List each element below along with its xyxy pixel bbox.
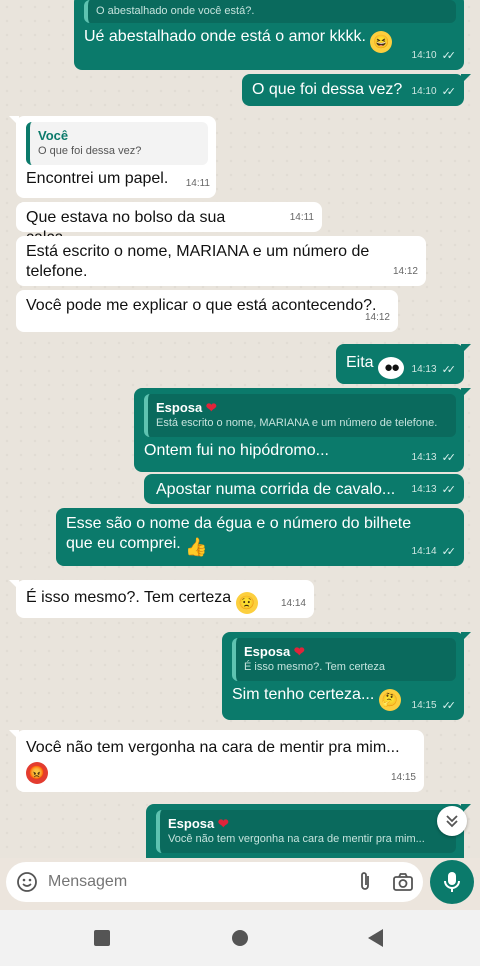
home-button[interactable] [232,930,248,946]
message-input[interactable] [48,862,347,902]
scroll-to-bottom-button[interactable] [437,806,467,836]
paperclip-icon [361,872,369,890]
quoted-message[interactable]: Esposa ❤ Está escrito o nome, MARIANA e … [144,394,456,437]
heart-icon: ❤ [205,400,217,415]
message-text: Esse são o nome da égua e o número do bi… [66,515,412,552]
attach-button[interactable] [347,862,383,902]
quoted-text: O abestalhado onde você está?. [96,5,255,17]
message-outgoing[interactable]: Esposa ❤ É isso mesmo?. Tem certeza Sim … [222,632,471,720]
message-time: 14:10 [411,86,437,97]
sticker-icon [17,872,37,892]
message-time: 14:12 [364,312,390,323]
quoted-message[interactable]: Esposa ❤ Você não tem vergonha na cara d… [156,810,456,853]
message-outgoing[interactable]: Apostar numa corrida de cavalo... 14:13 ✓… [144,474,464,504]
microphone-icon [444,872,460,892]
message-text: Sim tenho certeza... [232,686,375,703]
double-check-icon: ✓✓ [441,86,457,98]
message-text: Ontem fui no hipódromo... [144,442,329,459]
message-time: 14:15 [411,700,437,711]
message-outgoing[interactable]: O abestalhado onde você está?. Ué abesta… [74,0,464,70]
message-incoming[interactable]: É isso mesmo?. Tem certeza 😟 14:14 [9,580,314,618]
message-text: Encontrei um papel. [26,170,169,187]
quoted-text: O que foi dessa vez? [38,145,142,157]
mic-button[interactable] [430,860,474,904]
heart-icon: ❤ [217,816,229,831]
message-outgoing[interactable]: Esposa ❤ Está escrito o nome, MARIANA e … [134,388,471,472]
message-text: Apostar numa corrida de cavalo... [156,481,396,498]
thinking-emoji: 🤔 [378,689,401,711]
heart-icon: ❤ [293,644,305,659]
quoted-author: Esposa [168,816,215,831]
double-check-icon: ✓✓ [441,484,457,496]
quoted-author: Esposa [156,400,203,415]
recents-button[interactable] [94,930,110,946]
message-time: 14:14 [280,598,306,609]
quoted-author: Esposa [244,644,291,659]
double-check-icon: ✓✓ [441,452,457,464]
message-text: Eita [346,354,374,371]
message-incoming[interactable]: Que estava no bolso da sua calça 14:11 [16,202,322,246]
message-incoming[interactable]: Você O que foi dessa vez? Encontrei um p… [9,116,216,198]
system-nav-bar [0,910,480,966]
message-time: 14:15 [390,772,416,783]
quoted-message[interactable]: Você O que foi dessa vez? [26,122,208,165]
quoted-author: Você [38,128,69,143]
message-time: 14:10 [411,50,437,61]
quoted-message[interactable]: Esposa ❤ É isso mesmo?. Tem certeza [232,638,456,681]
message-outgoing[interactable]: Esposa ❤ Você não tem vergonha na cara d… [146,804,471,858]
quoted-text: Está escrito o nome, MARIANA e um número… [156,417,438,429]
emoji-button[interactable] [6,862,48,902]
message-text: Está escrito o nome, MARIANA e um número… [26,243,370,280]
message-outgoing[interactable]: O que foi dessa vez? 14:10 ✓✓ [242,74,471,106]
message-time: 14:13 [411,452,437,463]
quoted-text: É isso mesmo?. Tem certeza [244,661,386,673]
eyes-emoji: ●● [378,357,405,379]
message-incoming[interactable]: Você não tem vergonha na cara de mentir … [9,730,424,792]
message-text: Ué abestalhado onde está o amor kkkk. [84,28,366,45]
message-incoming[interactable]: Você pode me explicar o que está acontec… [16,290,398,332]
back-button[interactable] [368,929,383,947]
message-outgoing[interactable]: Eita ●● 14:13 ✓✓ [336,344,471,384]
message-time: 14:13 [411,364,437,375]
thumbs-up-emoji: 👍 [185,537,208,557]
double-check-icon: ✓✓ [441,50,457,62]
chat-area[interactable]: O abestalhado onde você está?. Ué abesta… [0,0,480,858]
camera-icon [393,873,413,891]
message-incoming[interactable]: Está escrito o nome, MARIANA e um número… [16,236,426,286]
camera-button[interactable] [383,862,423,902]
message-text: Você não tem vergonha na cara de mentir … [26,739,400,756]
message-text: É isso mesmo?. Tem certeza [26,589,232,606]
quoted-message[interactable]: O abestalhado onde você está?. [84,0,456,23]
worried-emoji: 😟 [235,592,258,614]
double-chevron-down-icon [446,815,458,828]
message-time: 14:11 [289,212,314,223]
message-outgoing[interactable]: Esse são o nome da égua e o número do bi… [56,508,464,566]
message-input-bar [6,862,423,902]
message-text: Você pode me explicar o que está acontec… [26,297,377,314]
message-time: 14:14 [411,546,437,557]
message-time: 14:11 [185,178,210,189]
quoted-text: Você não tem vergonha na cara de mentir … [168,833,425,845]
angry-emoji: 😡 [26,762,48,784]
double-check-icon: ✓✓ [441,546,457,558]
double-check-icon: ✓✓ [441,364,457,376]
double-check-icon: ✓✓ [441,700,457,712]
message-text: O que foi dessa vez? [252,81,403,98]
message-time: 14:13 [411,484,437,495]
laugh-emoji: 😆 [370,31,393,53]
message-time: 14:12 [392,266,418,277]
